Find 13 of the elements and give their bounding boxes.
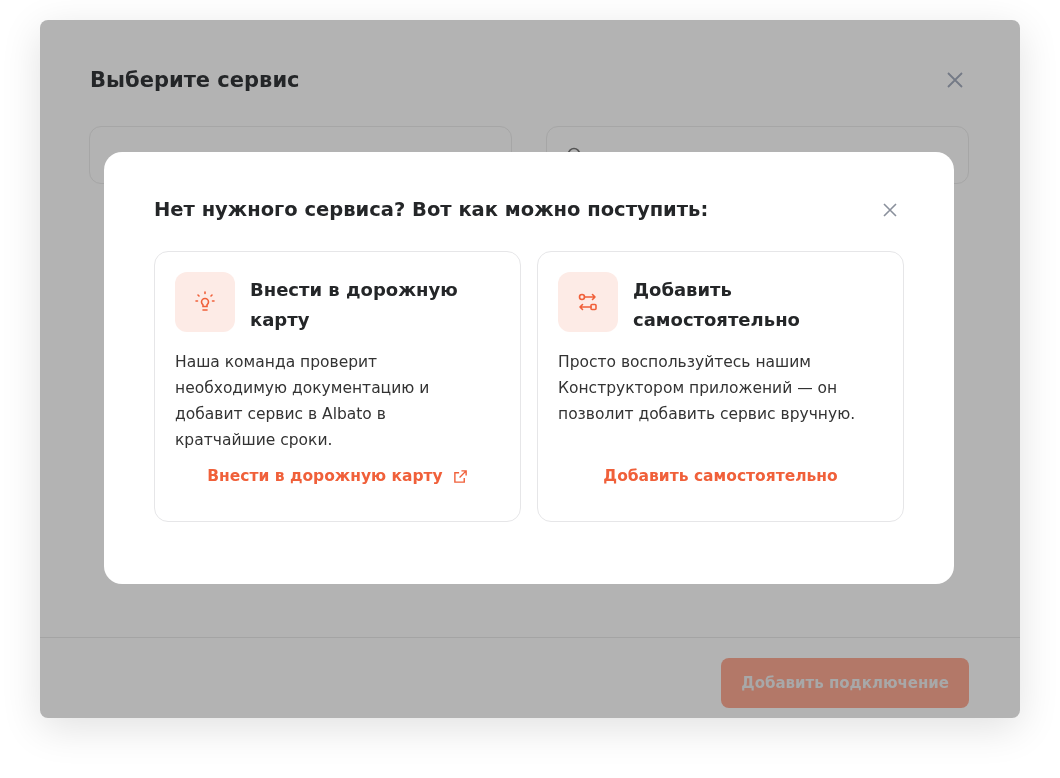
option-description: Наша команда проверит необходимую документацию и добавит сервис в Albato в кратчайшие сроки. <box>175 352 431 451</box>
option-link[interactable]: Внести в дорожную карту <box>207 467 468 485</box>
option-link[interactable]: Добавить самостоятельно <box>603 467 838 485</box>
option-description: Просто воспользуйтесь нашим Конструктором приложений — он позволит добавить сервис вручную. <box>558 352 857 425</box>
option-title: Внести в дорожную карту <box>250 278 459 332</box>
switch-arrows-icon <box>558 272 618 332</box>
modal-title: Нет нужного сервиса? Вот как можно поступить: <box>154 198 709 221</box>
lightbulb-icon <box>175 272 235 332</box>
dialog-title: Выберите сервис <box>90 68 300 92</box>
close-icon[interactable] <box>946 71 964 89</box>
option-title: Добавить самостоятельно <box>633 278 801 332</box>
external-link-icon <box>452 468 468 484</box>
close-icon[interactable] <box>882 201 898 218</box>
